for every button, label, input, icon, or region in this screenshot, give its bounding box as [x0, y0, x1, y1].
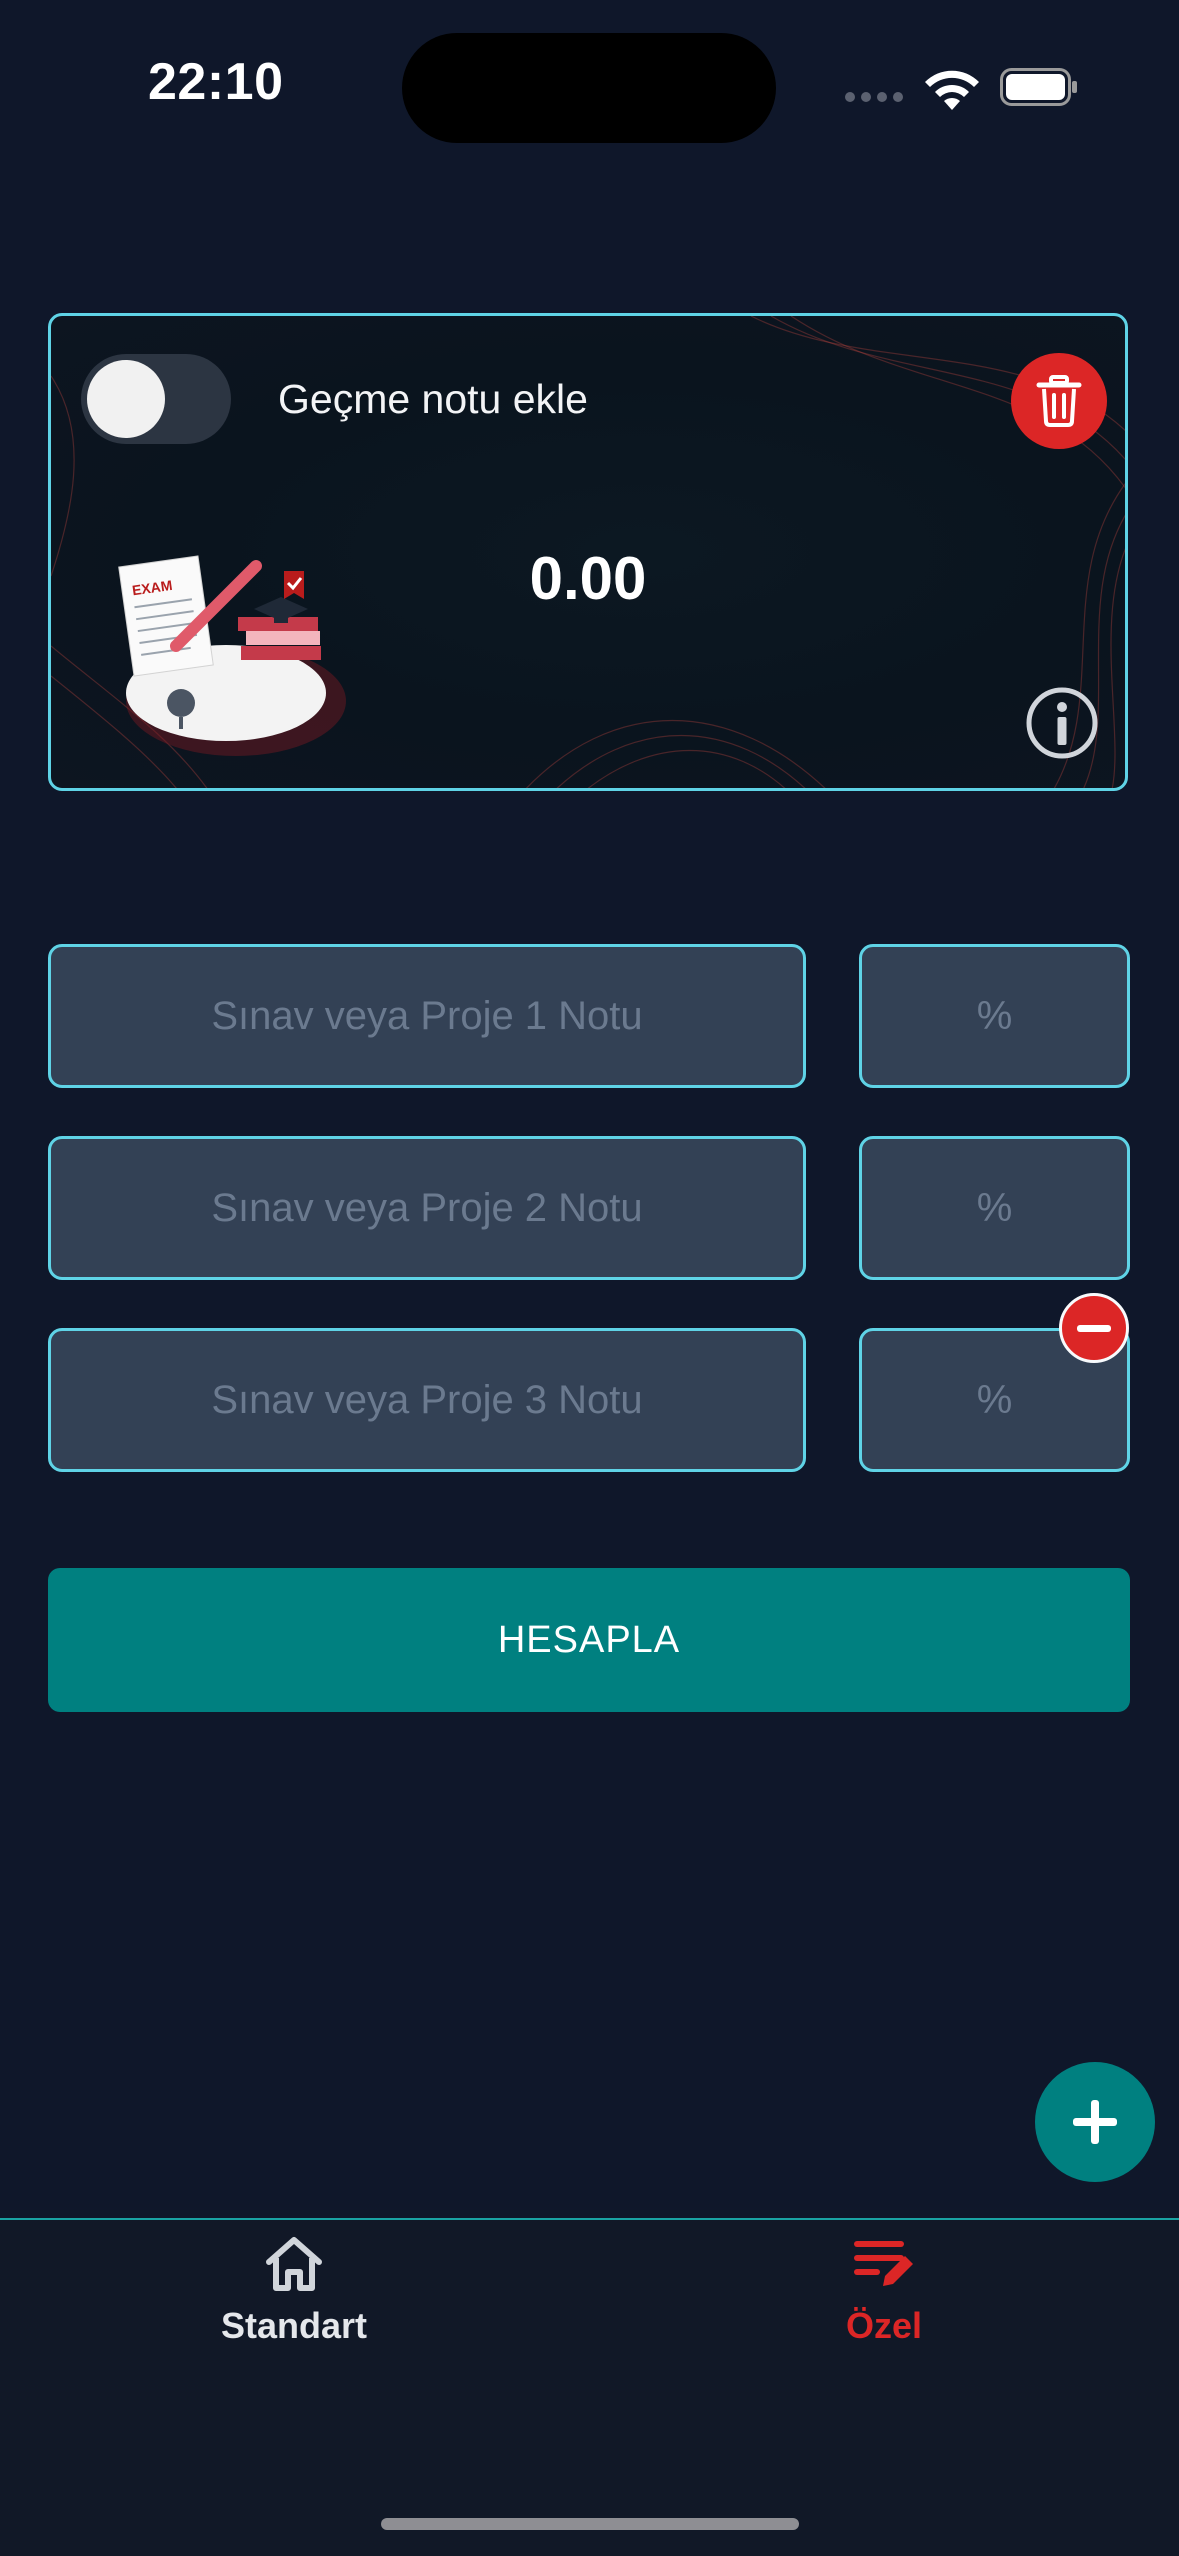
- grade-input-3[interactable]: Sınav veya Proje 3 Notu: [48, 1328, 806, 1472]
- signal-icon: [845, 92, 903, 102]
- delete-button[interactable]: [1011, 353, 1107, 449]
- battery-icon: [1000, 68, 1077, 106]
- status-time: 22:10: [148, 53, 284, 111]
- dynamic-island: [402, 33, 776, 143]
- result-card: Geçme notu ekle EXAM 0.00: [48, 313, 1128, 791]
- passing-grade-toggle[interactable]: [81, 354, 231, 444]
- grade-input-1[interactable]: Sınav veya Proje 1 Notu: [48, 944, 806, 1088]
- result-value: 0.00: [529, 545, 647, 612]
- edit-list-icon: [854, 2241, 913, 2286]
- tab-standart[interactable]: Standart: [144, 2234, 444, 2347]
- grade-input-2[interactable]: Sınav veya Proje 2 Notu: [48, 1136, 806, 1280]
- minus-icon: [1077, 1324, 1111, 1332]
- tab-standart-label: Standart: [220, 2305, 368, 2346]
- remove-row-button[interactable]: [1059, 1293, 1129, 1363]
- trash-icon: [1036, 375, 1082, 427]
- home-indicator: [381, 2518, 799, 2530]
- percent-input-1[interactable]: %: [859, 944, 1130, 1088]
- percent-input-2[interactable]: %: [859, 1136, 1130, 1280]
- tab-ozel[interactable]: Özel: [734, 2234, 1034, 2347]
- tab-bar-divider: [0, 2218, 1179, 2220]
- tab-ozel-label: Özel: [845, 2305, 923, 2346]
- calculate-button[interactable]: HESAPLA: [48, 1568, 1130, 1712]
- plus-icon: [1073, 2100, 1117, 2144]
- passing-grade-label: Geçme notu ekle: [278, 376, 588, 422]
- info-icon[interactable]: [1023, 684, 1101, 762]
- toggle-knob: [87, 360, 165, 438]
- add-row-button[interactable]: [1035, 2062, 1155, 2182]
- wifi-icon: [925, 70, 979, 110]
- home-icon: [266, 2237, 322, 2291]
